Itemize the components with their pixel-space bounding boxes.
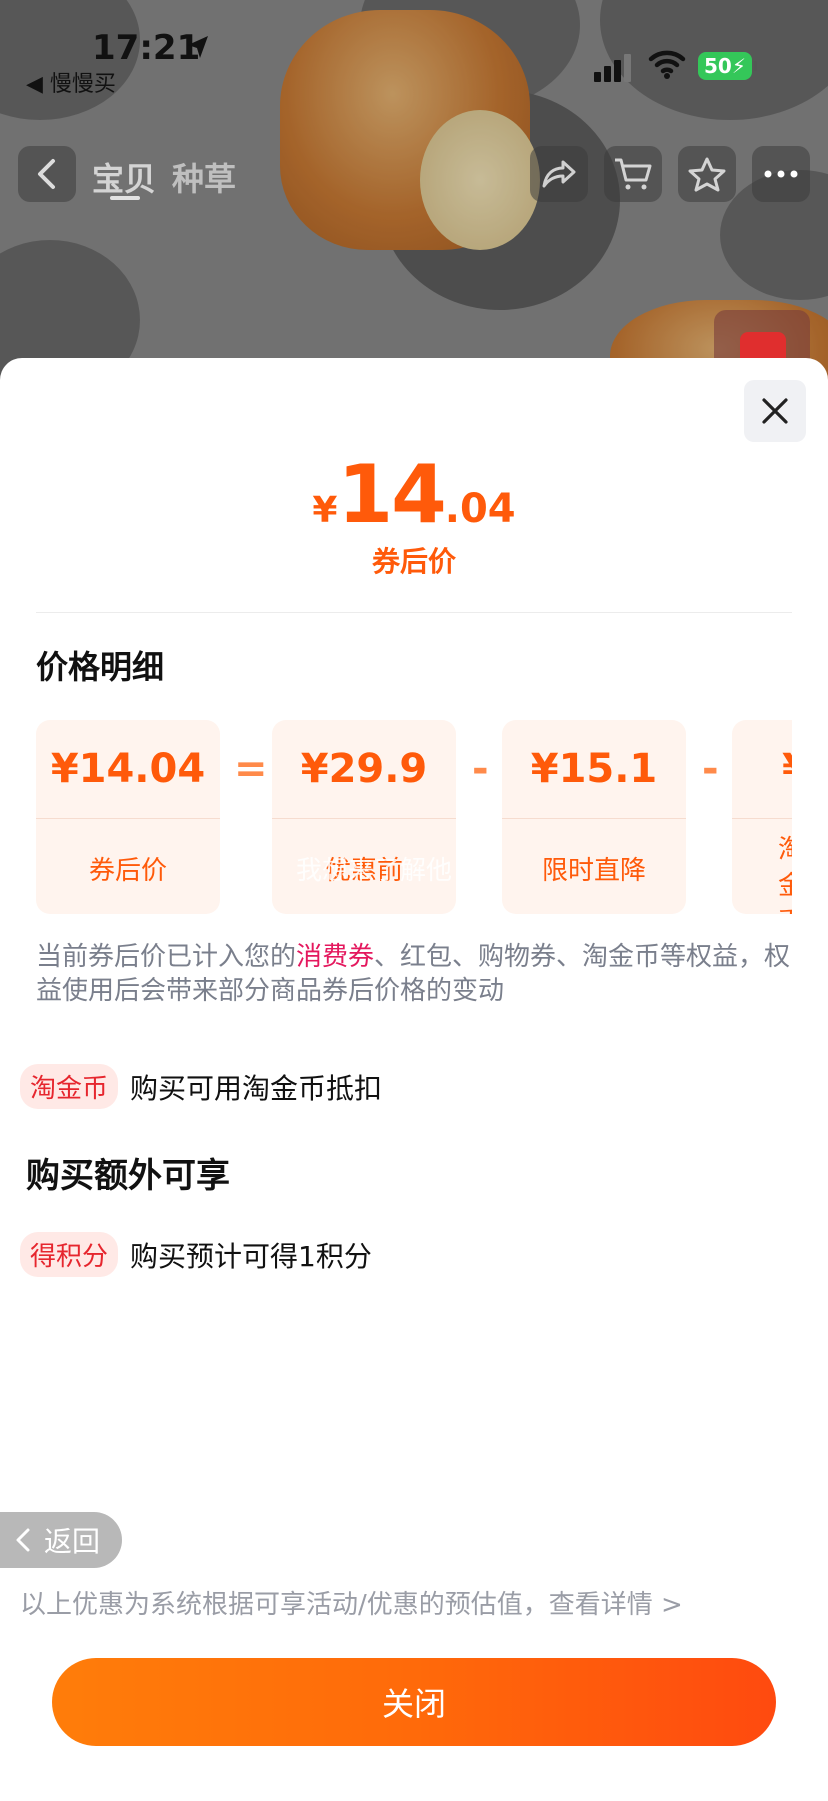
card-divider <box>732 818 792 819</box>
note-highlight: 消费券 <box>296 942 375 972</box>
card-value: ¥14.04 <box>50 746 206 792</box>
perk-text: 购买预计可得1积分 <box>130 1239 372 1273</box>
currency-symbol: ¥ <box>312 490 338 531</box>
wifi-icon <box>648 50 686 79</box>
divider <box>36 612 792 613</box>
active-tab-indicator <box>110 196 140 200</box>
tab-product[interactable]: 宝贝 <box>92 154 156 200</box>
watermark-text: 我想来了解他 <box>296 856 453 886</box>
return-button[interactable]: 返回 <box>0 1512 122 1568</box>
close-sheet-button[interactable] <box>744 380 806 442</box>
card-label: 券后价 <box>88 856 167 886</box>
battery-icon: 50⚡ <box>698 52 757 80</box>
price-note: 当前券后价已计入您的消费券、红包、购物券、淘金币等权益，权益使用后会带来部分商品… <box>36 940 796 1008</box>
final-price: ¥14.04 <box>0 448 828 541</box>
card-value: ¥29.9 <box>300 746 428 792</box>
chevron-left-icon <box>38 159 55 189</box>
clock: 17:21 <box>92 28 201 68</box>
card-value: ¥15.1 <box>530 746 658 792</box>
price-integer: 14 <box>337 448 446 541</box>
tab-recommend[interactable]: 种草 <box>172 154 236 200</box>
section-title-extra: 购买额外可享 <box>26 1156 230 1196</box>
section-title-price-detail: 价格明细 <box>36 648 165 686</box>
perk-coin: 淘金币 购买可用淘金币抵扣 <box>20 1064 382 1109</box>
status-bar: 17:21 ◀ 慢慢买 50⚡ <box>0 0 828 100</box>
chevron-left-icon <box>16 1528 30 1552</box>
return-label: 返回 <box>44 1525 101 1558</box>
favorite-button[interactable] <box>678 146 736 202</box>
card-divider <box>36 818 220 819</box>
share-button[interactable] <box>530 146 588 202</box>
operator-minus: - <box>472 746 489 792</box>
share-icon <box>542 160 576 188</box>
card-value: ¥ <box>732 746 792 792</box>
cart-icon <box>615 158 652 190</box>
price-decimal: .04 <box>444 486 516 532</box>
close-button[interactable]: 关闭 <box>52 1658 776 1746</box>
cart-button[interactable] <box>604 146 662 202</box>
more-button[interactable] <box>752 146 810 202</box>
price-card-coin-deduction: ¥ 淘金币抵扣 <box>732 720 792 914</box>
perk-text: 购买可用淘金币抵扣 <box>130 1071 383 1105</box>
price-caption: 券后价 <box>371 545 456 578</box>
battery-level: 50 <box>704 54 732 78</box>
card-divider <box>272 818 456 819</box>
details-link[interactable]: 以上优惠为系统根据可享活动/优惠的预估值，查看详情 > <box>20 1584 683 1621</box>
cellular-signal-icon <box>594 52 634 82</box>
note-text: 当前券后价已计入您的 <box>36 942 297 972</box>
price-card-direct-discount: ¥15.1 限时直降 <box>502 720 686 914</box>
perk-points: 得积分 购买预计可得1积分 <box>20 1232 372 1277</box>
back-button[interactable] <box>18 146 76 202</box>
location-arrow-icon <box>188 36 208 58</box>
perk-tag: 得积分 <box>20 1232 119 1277</box>
close-icon <box>762 398 788 424</box>
price-card-final: ¥14.04 券后价 <box>36 720 220 914</box>
card-label: 淘金币抵扣 <box>778 835 792 914</box>
more-icon <box>764 170 798 178</box>
back-to-app-link[interactable]: ◀ 慢慢买 <box>26 66 116 98</box>
operator-equals: = <box>234 746 268 792</box>
card-divider <box>502 818 686 819</box>
card-label: 限时直降 <box>541 856 646 886</box>
star-icon <box>688 157 726 192</box>
operator-minus: - <box>702 746 719 792</box>
perk-tag: 淘金币 <box>20 1064 119 1109</box>
